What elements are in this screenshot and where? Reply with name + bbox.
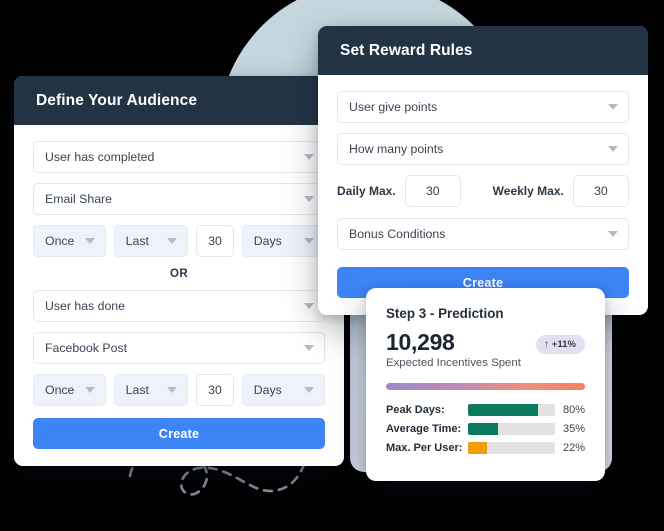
metric-percent: 22% (562, 442, 585, 455)
chevron-down-icon (84, 387, 95, 393)
metric-label: Average Time: (386, 423, 462, 436)
prediction-trend-badge: ↑ +11% (536, 335, 585, 354)
audience-frequency-value-1: Once (45, 234, 75, 248)
metric-track (468, 423, 555, 436)
audience-action-select-2[interactable]: User has done (33, 290, 325, 322)
audience-range-select-2[interactable]: Last (113, 374, 189, 406)
chevron-down-icon (304, 345, 314, 351)
prediction-caption: Expected Incentives Spent (386, 357, 521, 370)
audience-range-value-2: Last (125, 383, 149, 397)
metric-label: Peak Days: (386, 404, 445, 417)
prediction-gradient-bar (386, 383, 585, 391)
prediction-title: Step 3 - Prediction (386, 306, 504, 321)
reward-rule-type-value: User give points (349, 100, 438, 114)
audience-action-select-1[interactable]: User has completed (33, 141, 325, 173)
metric-track (468, 404, 555, 417)
metric-fill (468, 404, 538, 417)
audience-action-value-1: User has completed (45, 150, 155, 164)
audience-create-button[interactable]: Create (33, 418, 325, 449)
screenshot-stage: Define Your Audience User has completed … (0, 0, 664, 531)
audience-event-value-2: Facebook Post (45, 341, 128, 355)
audience-action-value-2: User has done (45, 299, 125, 313)
audience-frequency-row-2: Once Last 30 Days (33, 374, 325, 406)
audience-range-value-1: Last (125, 234, 149, 248)
chevron-down-icon (303, 238, 314, 244)
audience-range-select-1[interactable]: Last (113, 225, 189, 257)
reward-limits-row: Daily Max. 30 Weekly Max. 30 (337, 175, 629, 207)
metric-fill (468, 423, 499, 436)
audience-unit-value-2: Days (253, 383, 282, 397)
audience-frequency-select-1[interactable]: Once (33, 225, 106, 257)
chevron-down-icon (304, 303, 314, 309)
prediction-value: 10,298 (386, 329, 455, 355)
bonus-conditions-select[interactable]: Bonus Conditions (337, 218, 629, 250)
daily-max-label: Daily Max. (337, 184, 396, 198)
audience-amount-input-2[interactable]: 30 (196, 374, 234, 406)
prediction-summary: 10,298 Expected Incentives Spent ↑ +11% (386, 330, 585, 369)
audience-frequency-select-2[interactable]: Once (33, 374, 106, 406)
metric-track (468, 442, 555, 455)
audience-unit-value-1: Days (253, 234, 282, 248)
chevron-down-icon (303, 387, 314, 393)
prediction-metrics-list: Peak Days: 80% Average Time: 35% Max. Per Us… (386, 404, 585, 455)
chevron-down-icon (167, 387, 178, 393)
audience-frequency-row-1: Once Last 30 Days (33, 225, 325, 257)
prediction-card: Step 3 - Prediction 10,298 Expected Ince… (366, 288, 605, 482)
chevron-down-icon (167, 238, 178, 244)
set-reward-rules-card: Set Reward Rules User give points How ma… (318, 26, 648, 315)
chevron-down-icon (304, 154, 314, 160)
audience-frequency-value-2: Once (45, 383, 75, 397)
chevron-down-icon (84, 238, 95, 244)
audience-create-wrap: Create (33, 406, 325, 449)
chevron-down-icon (608, 104, 618, 110)
metric-row: Average Time: 35% (386, 423, 585, 436)
reward-points-value: How many points (349, 142, 444, 156)
metric-percent: 80% (562, 404, 585, 417)
chevron-down-icon (608, 231, 618, 237)
daily-max-input[interactable]: 30 (404, 175, 461, 207)
prediction-figure-group: 10,298 Expected Incentives Spent (386, 330, 521, 369)
audience-card-body: User has completed Email Share Once Last… (14, 125, 344, 466)
metric-label: Max. Per User: (386, 442, 463, 455)
bonus-conditions-value: Bonus Conditions (349, 227, 446, 241)
metric-percent: 35% (562, 423, 585, 436)
audience-amount-input-1[interactable]: 30 (196, 225, 234, 257)
reward-points-select[interactable]: How many points (337, 133, 629, 165)
audience-event-select-2[interactable]: Facebook Post (33, 332, 325, 364)
audience-card-title: Define Your Audience (14, 76, 344, 125)
define-audience-card: Define Your Audience User has completed … (14, 76, 344, 466)
audience-event-select-1[interactable]: Email Share (33, 183, 325, 215)
chevron-down-icon (304, 196, 314, 202)
weekly-max-input[interactable]: 30 (572, 175, 629, 207)
reward-card-title: Set Reward Rules (318, 26, 648, 75)
reward-card-body: User give points How many points Daily M… (318, 75, 648, 315)
prediction-card-body: Step 3 - Prediction 10,298 Expected Ince… (366, 288, 605, 481)
chevron-down-icon (608, 146, 618, 152)
metric-row: Peak Days: 80% (386, 404, 585, 417)
weekly-max-label: Weekly Max. (492, 184, 564, 198)
audience-event-value-1: Email Share (45, 192, 112, 206)
reward-rule-type-select[interactable]: User give points (337, 91, 629, 123)
metric-fill (468, 442, 488, 455)
metric-row: Max. Per User: 22% (386, 442, 585, 455)
audience-unit-select-2[interactable]: Days (241, 374, 325, 406)
audience-unit-select-1[interactable]: Days (241, 225, 325, 257)
audience-or-divider: OR (169, 268, 189, 280)
